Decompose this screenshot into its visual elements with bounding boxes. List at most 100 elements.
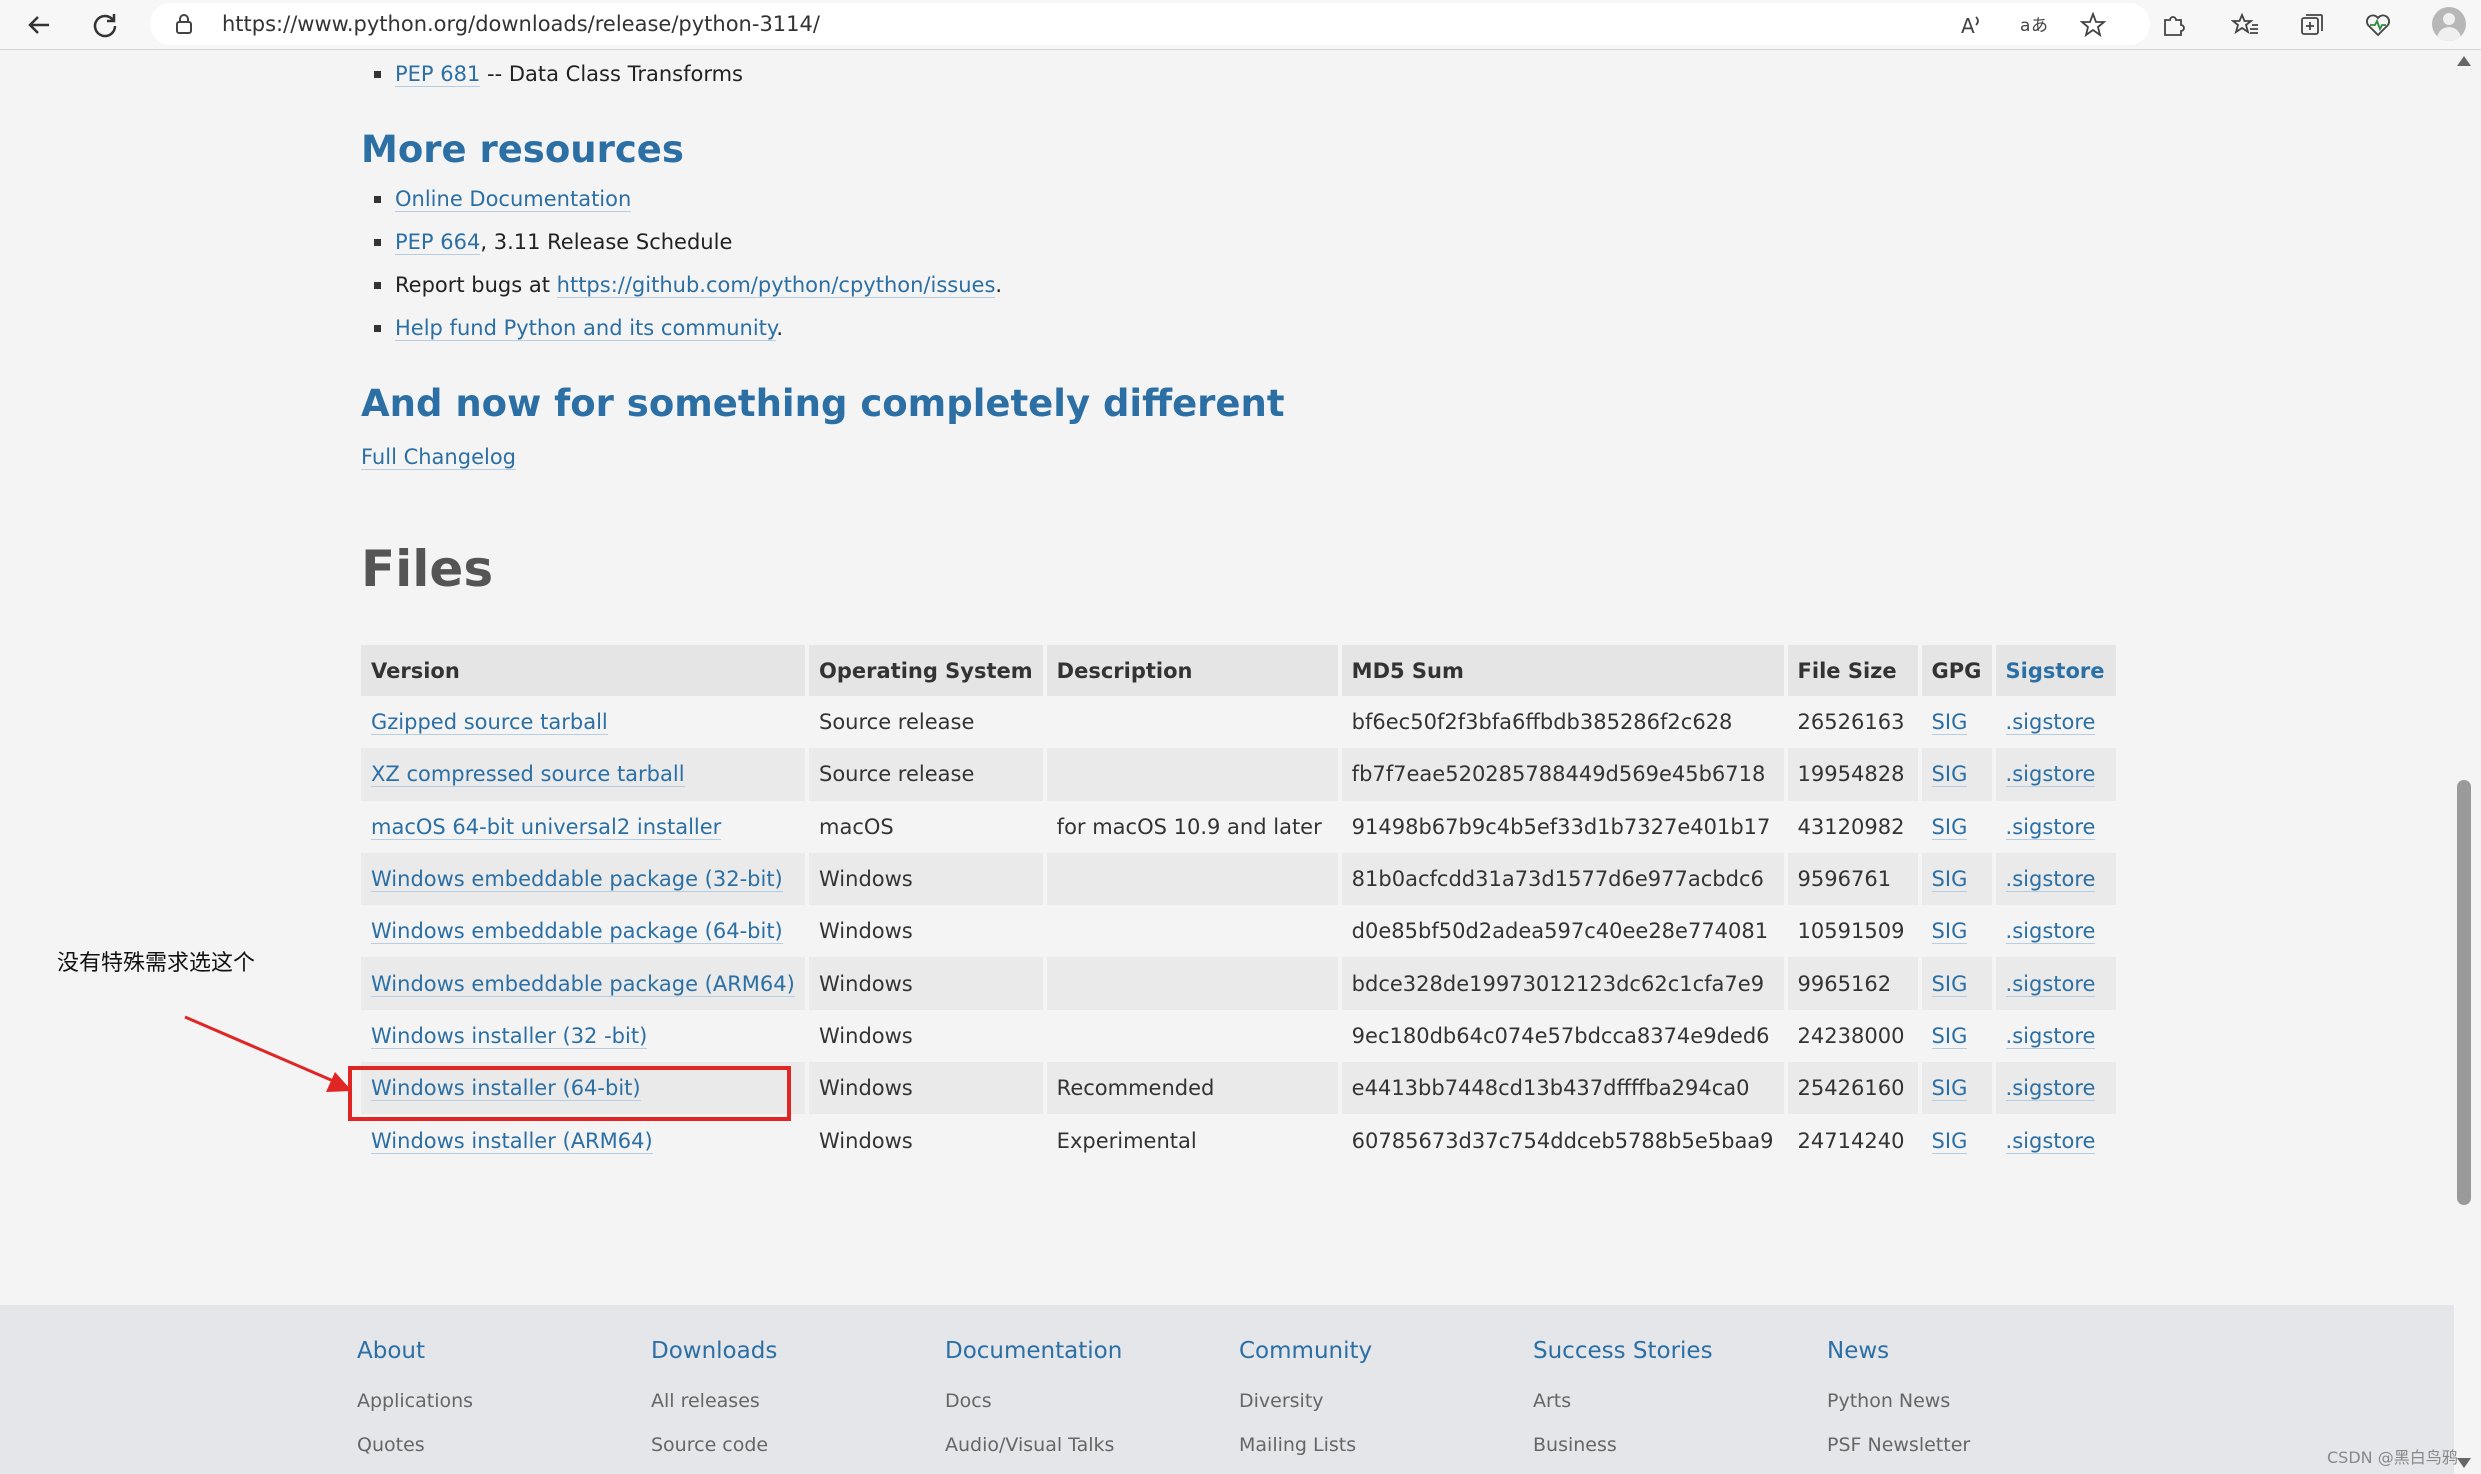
- svg-text:あ: あ: [2031, 16, 2047, 36]
- os-cell: Windows: [819, 919, 913, 944]
- md5-cell: 9ec180db64c074e57bdcca8374e9ded6: [1351, 1023, 1770, 1048]
- version-link[interactable]: Windows installer (32 -bit): [371, 1023, 648, 1049]
- scroll-up-arrow-icon[interactable]: [2457, 56, 2471, 66]
- gpg-sig-link[interactable]: SIG: [1931, 919, 1968, 945]
- file-size-cell: 9965162: [1797, 971, 1892, 996]
- footer-heading-documentation[interactable]: Documentation: [945, 1338, 1122, 1364]
- gpg-sig-cell: SIG: [1921, 1114, 1992, 1167]
- version-link[interactable]: XZ compressed source tarball: [371, 762, 685, 788]
- translate-icon[interactable]: aあ: [2016, 8, 2050, 42]
- sigstore-link[interactable]: .sigstore: [2005, 1128, 2096, 1154]
- footer-link[interactable]: Mailing Lists: [1239, 1434, 1372, 1456]
- footer-link[interactable]: PSF Newsletter: [1827, 1434, 1970, 1456]
- help-fund-link[interactable]: Help fund Python and its community: [395, 316, 777, 341]
- svg-text:a: a: [2020, 16, 2030, 36]
- list-item: Online Documentation: [362, 178, 1002, 221]
- favorite-star-icon[interactable]: [2076, 8, 2110, 42]
- footer-heading-community[interactable]: Community: [1239, 1338, 1372, 1364]
- description-cell: Experimental: [1046, 1114, 1338, 1167]
- refresh-icon[interactable]: [86, 6, 124, 44]
- gpg-sig-link[interactable]: SIG: [1931, 762, 1968, 788]
- profile-avatar-icon[interactable]: [2432, 7, 2466, 41]
- gpg-sig-cell: SIG: [1921, 1062, 1992, 1115]
- footer-column-community: Community Diversity Mailing Lists: [1239, 1338, 1372, 1456]
- md5-cell: 60785673d37c754ddceb5788b5e5baa9: [1351, 1128, 1774, 1153]
- table-row: macOS 64-bit universal2 installer macOS fo…: [361, 800, 2116, 853]
- footer-link[interactable]: Python News: [1827, 1390, 1970, 1412]
- list-item-text: Report bugs at: [395, 273, 557, 297]
- footer-link[interactable]: Audio/Visual Talks: [945, 1434, 1122, 1456]
- version-cell: Windows installer (ARM64): [361, 1114, 805, 1167]
- collections-icon[interactable]: [2295, 8, 2329, 42]
- description-cell: [1046, 696, 1338, 749]
- list-item-text: .: [776, 316, 784, 340]
- file-size-cell: 24238000: [1797, 1023, 1905, 1048]
- gpg-sig-link[interactable]: SIG: [1931, 1023, 1968, 1049]
- pep-681-link[interactable]: PEP 681: [395, 62, 481, 87]
- full-changelog-link[interactable]: Full Changelog: [361, 445, 516, 470]
- back-arrow-icon[interactable]: [20, 6, 58, 44]
- gpg-sig-cell: SIG: [1921, 957, 1992, 1010]
- sigstore-cell: .sigstore: [1995, 1114, 2116, 1167]
- md5-cell: bdce328de19973012123dc62c1cfa7e9: [1341, 957, 1784, 1010]
- gpg-sig-cell: SIG: [1921, 696, 1992, 749]
- sigstore-link[interactable]: .sigstore: [2005, 1076, 2096, 1102]
- sigstore-link[interactable]: .sigstore: [2005, 971, 2096, 997]
- gpg-sig-link[interactable]: SIG: [1931, 814, 1968, 840]
- scrollbar-track[interactable]: [2454, 50, 2481, 1474]
- footer-link[interactable]: Applications: [357, 1390, 473, 1412]
- pep-664-link[interactable]: PEP 664: [395, 230, 481, 255]
- footer-link[interactable]: Arts: [1533, 1390, 1713, 1412]
- version-cell: macOS 64-bit universal2 installer: [361, 800, 805, 853]
- list-item: PEP 681 -- Data Class Transforms: [362, 53, 743, 96]
- address-bar[interactable]: https://www.python.org/downloads/release…: [150, 3, 2150, 45]
- version-link[interactable]: Windows embeddable package (32-bit): [371, 867, 783, 893]
- sigstore-link[interactable]: .sigstore: [2005, 814, 2096, 840]
- footer-link[interactable]: Business: [1533, 1434, 1713, 1456]
- footer-heading-news[interactable]: News: [1827, 1338, 1970, 1364]
- footer-link[interactable]: All releases: [651, 1390, 777, 1412]
- sigstore-link[interactable]: .sigstore: [2005, 710, 2096, 736]
- scroll-down-arrow-icon[interactable]: [2457, 1458, 2471, 1468]
- file-size-cell: 24714240: [1797, 1128, 1905, 1153]
- table-row: Windows embeddable package (32-bit) Windo…: [361, 852, 2116, 906]
- version-link[interactable]: Gzipped source tarball: [371, 710, 608, 736]
- sigstore-link[interactable]: .sigstore: [2005, 919, 2096, 945]
- footer-link[interactable]: Diversity: [1239, 1390, 1372, 1412]
- github-issues-link[interactable]: https://github.com/python/cpython/issues: [556, 273, 996, 298]
- read-aloud-icon[interactable]: A: [1955, 8, 1989, 42]
- url-text[interactable]: https://www.python.org/downloads/release…: [222, 12, 820, 36]
- version-link[interactable]: Windows installer (ARM64): [371, 1128, 653, 1154]
- scrollbar-thumb[interactable]: [2457, 780, 2471, 1205]
- gpg-sig-link[interactable]: SIG: [1931, 1076, 1968, 1102]
- version-cell: Windows embeddable package (ARM64): [361, 957, 805, 1010]
- gpg-sig-link[interactable]: SIG: [1931, 710, 1968, 736]
- gpg-sig-link[interactable]: SIG: [1931, 867, 1968, 893]
- os-cell: macOS: [819, 814, 894, 839]
- sigstore-link[interactable]: .sigstore: [2005, 762, 2096, 788]
- footer-heading-about[interactable]: About: [357, 1338, 473, 1364]
- footer-column-downloads: Downloads All releases Source code: [651, 1338, 777, 1456]
- sigstore-link[interactable]: .sigstore: [2005, 1023, 2096, 1049]
- gpg-sig-link[interactable]: SIG: [1931, 1128, 1968, 1154]
- lock-icon[interactable]: [174, 13, 194, 39]
- version-link[interactable]: macOS 64-bit universal2 installer: [371, 814, 722, 840]
- gpg-sig-link[interactable]: SIG: [1931, 971, 1968, 997]
- footer-heading-success-stories[interactable]: Success Stories: [1533, 1338, 1713, 1364]
- sigstore-link[interactable]: .sigstore: [2005, 867, 2096, 893]
- different-heading: And now for something completely differe…: [361, 382, 1285, 425]
- table-row: XZ compressed source tarball Source relea…: [361, 748, 2116, 801]
- health-icon[interactable]: [2361, 8, 2395, 42]
- version-link[interactable]: Windows embeddable package (64-bit): [371, 919, 783, 945]
- footer-link[interactable]: Quotes: [357, 1434, 473, 1456]
- footer-link[interactable]: Source code: [651, 1434, 777, 1456]
- extensions-icon[interactable]: [2156, 8, 2190, 42]
- footer-heading-downloads[interactable]: Downloads: [651, 1338, 777, 1364]
- online-documentation-link[interactable]: Online Documentation: [395, 187, 632, 212]
- os-cell: Source release: [809, 748, 1043, 801]
- md5-cell: e4413bb7448cd13b437dffffba294ca0: [1351, 1076, 1750, 1101]
- version-link[interactable]: Windows embeddable package (ARM64): [371, 971, 795, 997]
- footer-link[interactable]: Docs: [945, 1390, 1122, 1412]
- footer-column-news: News Python News PSF Newsletter: [1827, 1338, 1970, 1456]
- favorites-icon[interactable]: [2228, 8, 2262, 42]
